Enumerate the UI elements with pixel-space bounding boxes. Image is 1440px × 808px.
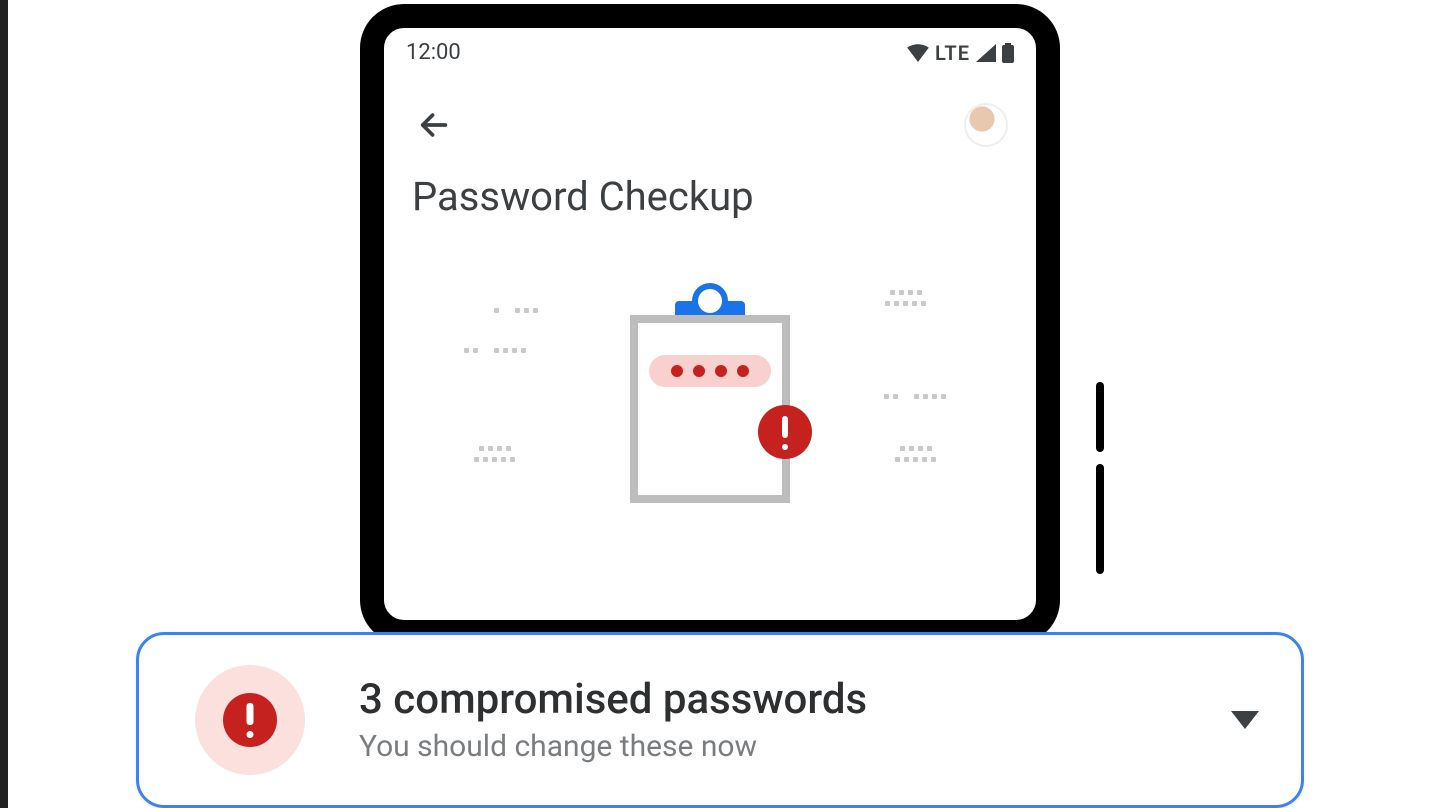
password-dots-icon <box>649 355 771 387</box>
back-button[interactable] <box>412 103 456 147</box>
alert-subtitle: You should change these now <box>359 729 1231 764</box>
compromised-passwords-card[interactable]: 3 compromised passwords You should chang… <box>136 632 1304 808</box>
decorative-dots <box>464 348 526 353</box>
status-time: 12:00 <box>406 40 461 65</box>
phone-frame: 12:00 LTE Password Checkup <box>360 4 1060 644</box>
alert-title: 3 compromised passwords <box>359 676 1231 724</box>
alert-icon <box>223 693 277 747</box>
status-right: LTE <box>907 41 1014 65</box>
phone-side-button <box>1096 464 1104 574</box>
network-label: LTE <box>935 41 970 65</box>
alert-badge-bg <box>195 665 305 775</box>
arrow-left-icon <box>417 108 451 142</box>
chevron-down-icon[interactable] <box>1231 711 1259 729</box>
battery-icon <box>1002 43 1014 63</box>
alert-icon <box>758 405 812 459</box>
alert-text: 3 compromised passwords You should chang… <box>359 676 1231 763</box>
clipboard-icon <box>630 293 790 503</box>
decorative-dots <box>494 308 538 313</box>
clipboard-board-icon <box>630 315 790 503</box>
decorative-dots <box>885 290 926 306</box>
app-bar <box>384 69 1036 147</box>
signal-icon <box>976 44 996 62</box>
wifi-icon <box>907 44 929 62</box>
page-left-border <box>0 0 8 808</box>
phone-side-button <box>1096 382 1104 452</box>
decorative-dots <box>895 446 936 462</box>
decorative-dots <box>884 394 946 399</box>
profile-avatar[interactable] <box>964 103 1008 147</box>
decorative-dots <box>474 446 515 462</box>
password-checkup-illustration <box>384 268 1036 528</box>
page-title: Password Checkup <box>384 147 1036 228</box>
status-bar: 12:00 LTE <box>384 28 1036 69</box>
